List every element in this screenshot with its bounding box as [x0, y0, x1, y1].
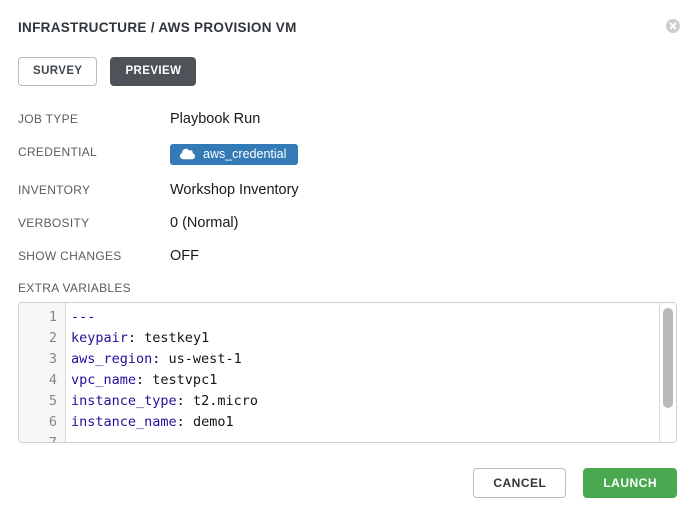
detail-row-verbosity: VERBOSITY 0 (Normal)	[18, 215, 677, 231]
job-details: JOB TYPE Playbook Run CREDENTIAL aws_cre…	[18, 111, 677, 264]
detail-value: Workshop Inventory	[170, 182, 299, 198]
line-number: 6	[19, 412, 66, 433]
code-line: 4 vpc_name: testvpc1	[19, 370, 676, 391]
line-number: 2	[19, 328, 66, 349]
line-number: 4	[19, 370, 66, 391]
editor-scrollbar-thumb[interactable]	[663, 308, 673, 408]
credential-badge-label: aws_credential	[203, 147, 286, 161]
credential-badge[interactable]: aws_credential	[170, 144, 298, 165]
detail-label: CREDENTIAL	[18, 144, 170, 159]
code-text: vpc_name: testvpc1	[66, 370, 217, 391]
tab-survey[interactable]: SURVEY	[18, 57, 97, 86]
line-number: 3	[19, 349, 66, 370]
cancel-button[interactable]: CANCEL	[473, 468, 566, 498]
close-button[interactable]	[666, 19, 680, 33]
detail-label: INVENTORY	[18, 182, 170, 197]
line-number: 7	[19, 433, 66, 443]
code-text: instance_type: t2.micro	[66, 391, 258, 412]
launch-button[interactable]: LAUNCH	[583, 468, 677, 498]
detail-value: Playbook Run	[170, 111, 260, 127]
extra-variables-label: EXTRA VARIABLES	[18, 281, 677, 295]
code-line: 1 ---	[19, 307, 676, 328]
page-title: INFRASTRUCTURE / AWS PROVISION VM	[18, 18, 297, 35]
extra-variables-editor[interactable]: 1 --- 2 keypair: testkey1 3 aws_region: …	[18, 302, 677, 443]
tab-bar: SURVEY PREVIEW	[18, 57, 677, 86]
tab-preview[interactable]: PREVIEW	[110, 57, 196, 86]
code-text: ---	[66, 307, 95, 328]
line-number: 5	[19, 391, 66, 412]
detail-row-job-type: JOB TYPE Playbook Run	[18, 111, 677, 127]
editor-code-area: 1 --- 2 keypair: testkey1 3 aws_region: …	[19, 303, 676, 443]
code-line: 3 aws_region: us-west-1	[19, 349, 676, 370]
line-number: 1	[19, 307, 66, 328]
modal-header: INFRASTRUCTURE / AWS PROVISION VM	[18, 18, 677, 35]
code-text	[66, 433, 71, 443]
detail-row-inventory: INVENTORY Workshop Inventory	[18, 182, 677, 198]
modal-footer: CANCEL LAUNCH	[18, 468, 677, 498]
code-line: 5 instance_type: t2.micro	[19, 391, 676, 412]
code-text: aws_region: us-west-1	[66, 349, 242, 370]
job-launch-preview-modal: INFRASTRUCTURE / AWS PROVISION VM SURVEY…	[0, 0, 695, 514]
detail-row-credential: CREDENTIAL aws_credential	[18, 144, 677, 165]
detail-label: VERBOSITY	[18, 215, 170, 230]
detail-row-show-changes: SHOW CHANGES OFF	[18, 248, 677, 264]
code-line: 7	[19, 433, 676, 443]
detail-value: 0 (Normal)	[170, 215, 238, 231]
detail-label: JOB TYPE	[18, 111, 170, 126]
detail-label: SHOW CHANGES	[18, 248, 170, 263]
cloud-icon	[180, 148, 195, 160]
code-line: 6 instance_name: demo1	[19, 412, 676, 433]
close-icon	[666, 21, 680, 36]
code-line: 2 keypair: testkey1	[19, 328, 676, 349]
editor-scrollbar-track[interactable]	[659, 303, 676, 442]
detail-value: OFF	[170, 248, 199, 264]
code-text: keypair: testkey1	[66, 328, 209, 349]
code-text: instance_name: demo1	[66, 412, 234, 433]
